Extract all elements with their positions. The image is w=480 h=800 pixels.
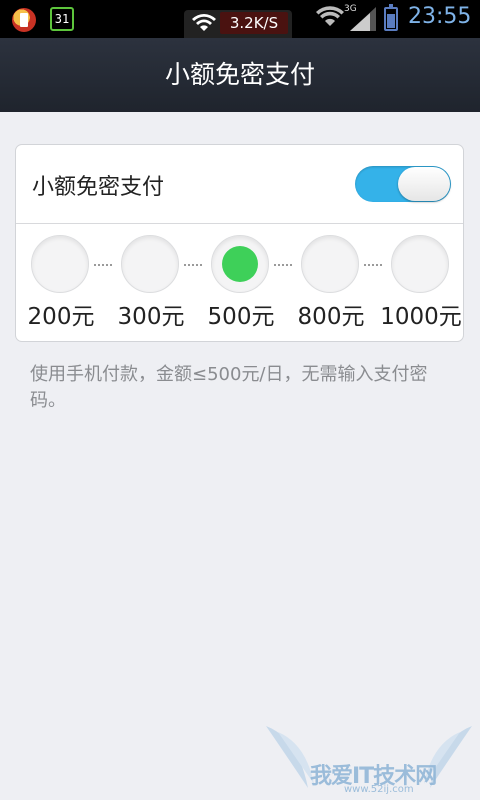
settings-card: 小额免密支付 200元 300元 500元 800元 1000元 [15,144,464,342]
level-circle-selected[interactable] [211,235,269,293]
title-bar: 小额免密支付 [0,38,480,112]
page-title: 小额免密支付 [164,60,315,89]
clock: 23:55 [408,4,472,29]
app-notification-icon [12,8,36,32]
toggle-label: 小额免密支付 [32,175,165,200]
toggle-knob[interactable] [398,167,450,201]
network-speed-indicator: 3.2K/S [184,10,292,38]
description-text: 使用手机付款，金额≤500元/日，无需输入支付密码。 [30,364,428,411]
level-option-800[interactable]: 800元 [286,224,376,342]
status-bar: 31 3.2K/S 3G 23:55 [0,0,480,38]
level-option-300[interactable]: 300元 [106,224,196,342]
net-speed-text: 3.2K/S [220,12,288,34]
level-option-1000[interactable]: 1000元 [376,224,466,342]
calendar-icon: 31 [50,7,74,31]
small-amount-pay-toggle[interactable] [355,166,451,202]
level-circle[interactable] [301,235,359,293]
level-circle[interactable] [121,235,179,293]
level-option-200[interactable]: 200元 [16,224,106,342]
battery-icon [384,4,398,31]
level-circle[interactable] [31,235,89,293]
site-watermark: 我爱IT技术网 www.52ij.com [258,718,480,800]
watermark-url: www.52ij.com [344,784,414,795]
level-label: 1000元 [380,304,462,330]
cell-signal-icon [350,7,376,31]
amount-level-selector: 200元 300元 500元 800元 1000元 [16,224,463,342]
level-option-500[interactable]: 500元 [196,224,286,342]
wifi-signal-icon [316,6,344,26]
level-circle[interactable] [391,235,449,293]
wifi-icon [192,14,216,31]
